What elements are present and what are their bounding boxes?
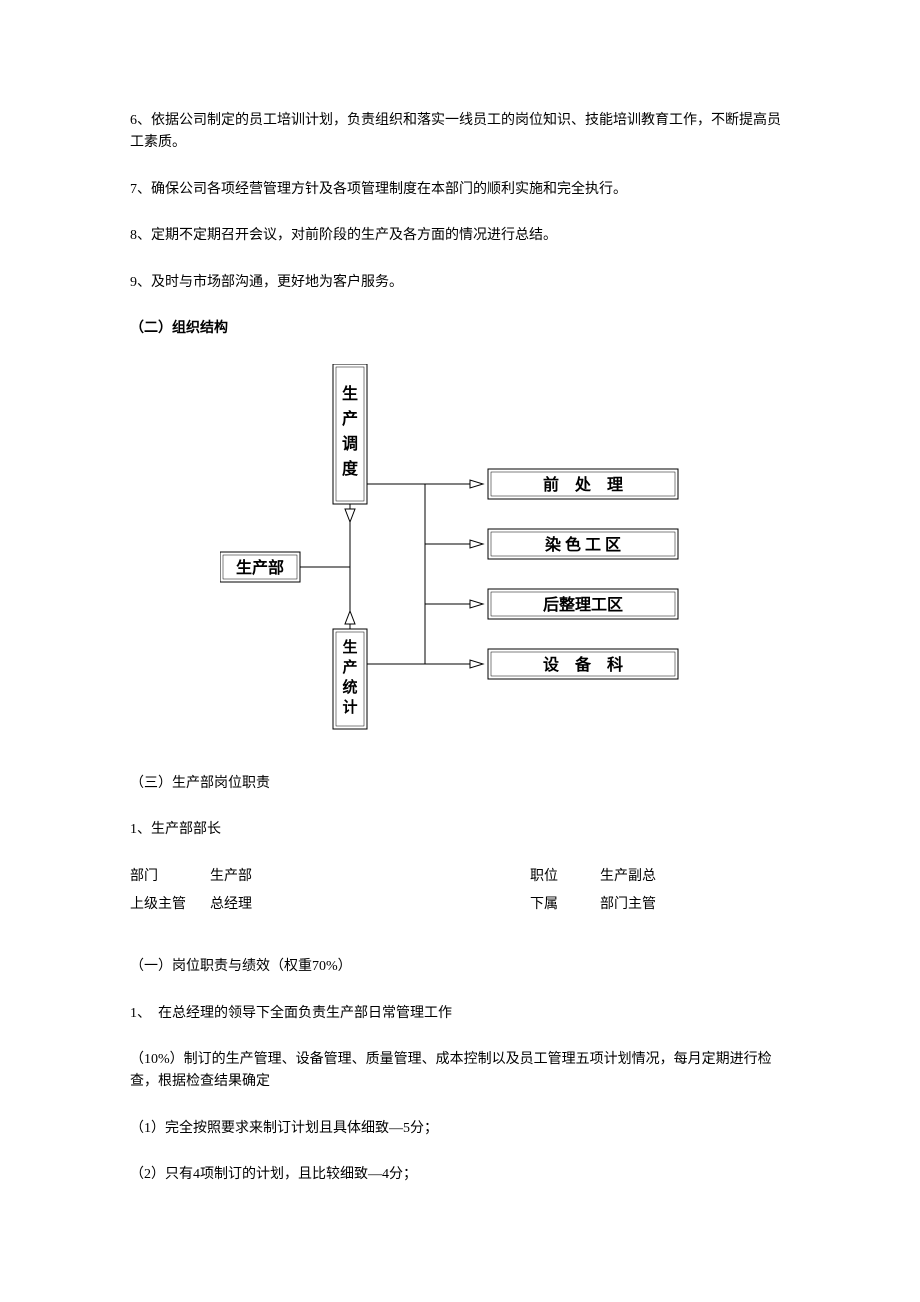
paragraph-6: 6、依据公司制定的员工培训计划，负责组织和落实一线员工的岗位知识、技能培训教育工… xyxy=(130,110,790,155)
duty1-item1: （1）完全按照要求来制订计划且具体细致—5分； xyxy=(130,1118,790,1140)
sub-value: 部门主管 xyxy=(600,894,740,916)
org-right-3: 设 备 科 xyxy=(543,655,623,674)
org-upper-char-0: 生 xyxy=(342,384,358,403)
role-head-title: 1、生产部部长 xyxy=(130,819,790,841)
org-chart: 生产部 生 产 调 度 生 产 统 计 前 xyxy=(130,364,790,742)
paragraph-7: 7、确保公司各项经营管理方针及各项管理制度在本部门的顺利实施和完全执行。 xyxy=(130,179,790,201)
org-root-text: 生产部 xyxy=(236,558,284,577)
org-lower-char-1: 产 xyxy=(342,658,357,676)
org-right-0: 前 处 理 xyxy=(543,475,623,494)
duty1-item2: （2）只有4项制订的计划，且比较细致—4分； xyxy=(130,1164,790,1186)
org-lower-char-2: 统 xyxy=(342,678,357,696)
duty1-title: 1、 在总经理的领导下全面负责生产部日常管理工作 xyxy=(130,1003,790,1025)
paragraph-8: 8、定期不定期召开会议，对前阶段的生产及各方面的情况进行总结。 xyxy=(130,225,790,247)
org-upper-char-1: 产 xyxy=(342,409,358,428)
org-upper-char-3: 度 xyxy=(342,459,359,478)
section-org-structure: （二）组织结构 xyxy=(130,318,790,340)
org-right-group: 前 处 理 染 色 工 区 后整理工区 设 备 科 xyxy=(367,469,678,679)
info-grid: 部门 生产部 职位 生产副总 上级主管 总经理 下属 部门主管 xyxy=(130,866,790,917)
paragraph-9: 9、及时与市场部沟通，更好地为客户服务。 xyxy=(130,272,790,294)
org-lower-char-0: 生 xyxy=(342,638,357,656)
org-right-1: 染 色 工 区 xyxy=(544,535,621,554)
dept-label: 部门 xyxy=(130,866,210,888)
position-value: 生产副总 xyxy=(600,866,740,888)
duty1-desc: （10%）制订的生产管理、设备管理、质量管理、成本控制以及员工管理五项计划情况，… xyxy=(130,1049,790,1094)
position-label: 职位 xyxy=(530,866,600,888)
org-lower-char-3: 计 xyxy=(342,698,357,716)
section-dept-duties: （三）生产部岗位职责 xyxy=(130,773,790,795)
org-right-2: 后整理工区 xyxy=(543,595,623,614)
dept-value: 生产部 xyxy=(210,866,350,888)
sub-label: 下属 xyxy=(530,894,600,916)
super-label: 上级主管 xyxy=(130,894,210,916)
org-upper-char-2: 调 xyxy=(342,435,358,453)
duties-weight-title: （一）岗位职责与绩效（权重70%） xyxy=(130,956,790,978)
super-value: 总经理 xyxy=(210,894,350,916)
